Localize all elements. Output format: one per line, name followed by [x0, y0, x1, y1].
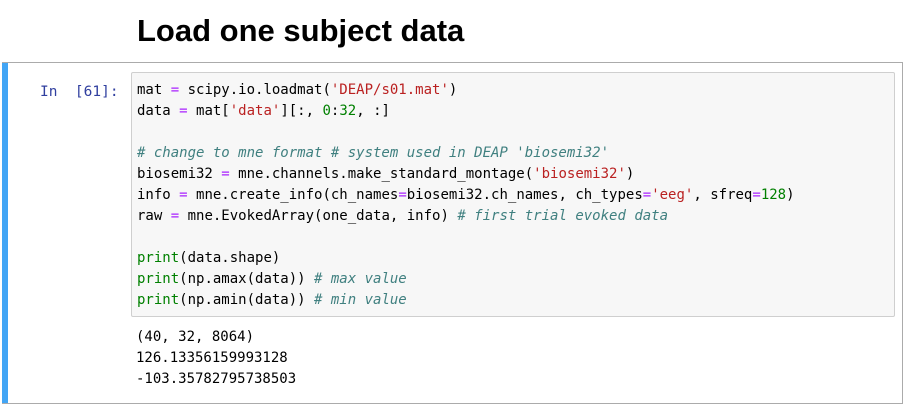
code-token: )	[786, 187, 795, 203]
code-token: biosemi32.ch_names, ch_types	[406, 187, 643, 203]
code-token: , :]	[356, 103, 390, 119]
code-token: data	[137, 103, 180, 119]
code-token: (data.shape)	[179, 250, 281, 266]
code-line-1: mat = scipy.io.loadmat('DEAP/s01.mat')	[137, 80, 795, 101]
cell-output: (40, 32, 8064) 126.13356159993128 -103.357…	[136, 327, 296, 390]
code-line-2: data = mat['data'][:, 0:32, :]	[137, 101, 795, 122]
code-token: , sfreq	[693, 187, 753, 203]
code-token: )	[448, 82, 458, 98]
code-text: mat = scipy.io.loadmat('DEAP/s01.mat') da…	[137, 80, 795, 311]
code-token: 'biosemi32'	[533, 166, 626, 182]
code-editor[interactable]: mat = scipy.io.loadmat('DEAP/s01.mat') da…	[131, 72, 895, 317]
code-token: 'eeg'	[651, 187, 694, 203]
cell-selection-bar	[2, 63, 8, 403]
code-token: =	[642, 187, 652, 203]
code-token: (np.amax(data))	[179, 271, 315, 287]
code-token: (np.amin(data))	[179, 292, 315, 308]
code-line-11: print(np.amin(data)) # min value	[137, 290, 795, 311]
code-token: info	[137, 187, 180, 203]
code-token: mat	[137, 82, 171, 98]
code-token: biosemi32	[137, 166, 222, 182]
code-comment: # first trial evoked data	[457, 208, 669, 224]
code-token: 'DEAP/s01.mat'	[330, 82, 449, 98]
code-token: raw	[137, 208, 171, 224]
code-comment: # min value	[314, 292, 407, 308]
code-line-10: print(np.amax(data)) # max value	[137, 269, 795, 290]
code-builtin: print	[137, 250, 180, 266]
code-token: ][:,	[280, 103, 323, 119]
output-line: (40, 32, 8064)	[136, 329, 255, 345]
code-token: =	[170, 208, 180, 224]
code-token: 'data'	[229, 103, 281, 119]
code-line-7: raw = mne.EvokedArray(one_data, info) # …	[137, 206, 795, 227]
code-line-6: info = mne.create_info(ch_names=biosemi3…	[137, 185, 795, 206]
code-token: )	[625, 166, 635, 182]
code-token: mat[	[187, 103, 230, 119]
code-token: =	[398, 187, 407, 203]
code-token: mne.channels.make_standard_montage(	[229, 166, 534, 182]
code-token: mne.EvokedArray(one_data, info)	[179, 208, 458, 224]
code-token: =	[179, 187, 188, 203]
code-comment: # max value	[314, 271, 407, 287]
code-line-9: print(data.shape)	[137, 248, 795, 269]
code-token: =	[221, 166, 230, 182]
code-token: =	[752, 187, 761, 203]
code-builtin: print	[137, 292, 180, 308]
code-comment: # change to mne format # system used in …	[137, 145, 610, 161]
code-line-4: # change to mne format # system used in …	[137, 143, 795, 164]
code-token: =	[170, 82, 180, 98]
code-token: scipy.io.loadmat(	[179, 82, 331, 98]
cell-heading: Load one subject data	[137, 13, 465, 48]
code-line-5: biosemi32 = mne.channels.make_standard_m…	[137, 164, 795, 185]
code-token: 32	[339, 103, 357, 119]
code-token: 0	[322, 103, 331, 119]
input-prompt: In [61]:	[40, 84, 119, 100]
code-builtin: print	[137, 271, 180, 287]
code-token: =	[179, 103, 188, 119]
output-line: -103.35782795738503	[136, 371, 297, 387]
output-line: 126.13356159993128	[136, 350, 288, 366]
code-token: 128	[760, 187, 787, 203]
code-token: mne.create_info(ch_names	[187, 187, 399, 203]
